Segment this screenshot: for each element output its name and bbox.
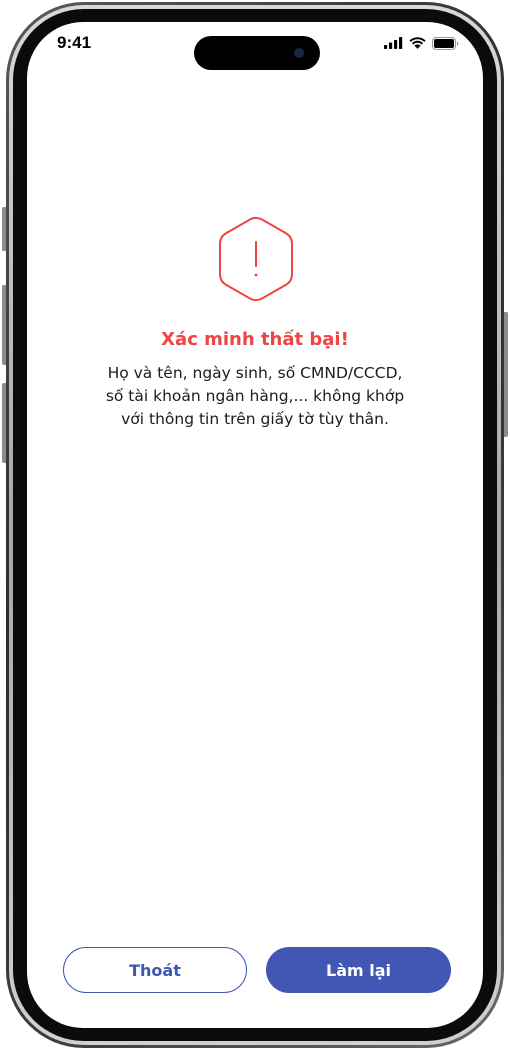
cellular-signal-icon	[384, 37, 403, 49]
warning-hexagon-icon	[219, 216, 293, 302]
status-icons	[384, 36, 459, 50]
error-message-line: với thông tin trên giấy tờ tùy thân.	[121, 410, 389, 428]
screen: 9:41 Xác minh thất bại! Họ và tên, ngày …	[27, 22, 483, 1028]
error-message-line: số tài khoản ngân hàng,... không khớp	[105, 387, 405, 405]
error-message: Họ và tên, ngày sinh, số CMND/CCCD, số t…	[67, 362, 443, 431]
phone-device: 9:41 Xác minh thất bại! Họ và tên, ngày …	[0, 0, 510, 1051]
error-message-line: Họ và tên, ngày sinh, số CMND/CCCD,	[107, 364, 403, 382]
status-bar: 9:41	[27, 22, 483, 74]
exit-button[interactable]: Thoát	[63, 947, 247, 993]
error-title: Xác minh thất bại!	[161, 329, 349, 350]
dynamic-island	[194, 36, 320, 70]
wifi-icon	[409, 37, 426, 49]
retry-button[interactable]: Làm lại	[266, 947, 451, 993]
battery-icon	[432, 36, 459, 50]
status-time: 9:41	[57, 33, 92, 52]
camera-icon	[294, 48, 304, 58]
